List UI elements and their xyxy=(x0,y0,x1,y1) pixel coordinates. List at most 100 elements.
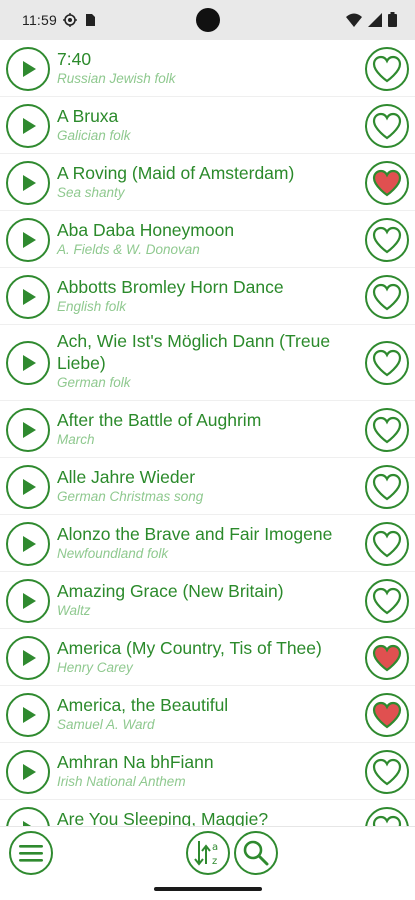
play-button[interactable] xyxy=(6,407,50,452)
signal-icon xyxy=(368,12,382,27)
gesture-handle[interactable] xyxy=(154,887,262,891)
play-button[interactable] xyxy=(6,217,50,262)
favorite-button[interactable] xyxy=(365,749,409,794)
song-row[interactable]: 7:40 Russian Jewish folk xyxy=(0,40,415,97)
song-title: A Roving (Maid of Amsterdam) xyxy=(57,163,295,183)
search-button[interactable] xyxy=(234,831,278,875)
favorite-button[interactable] xyxy=(365,521,409,566)
play-icon xyxy=(23,117,36,134)
song-row[interactable]: After the Battle of Aughrim March xyxy=(0,401,415,458)
song-row[interactable]: Ach, Wie Ist's Möglich Dann (Treue Liebe… xyxy=(0,325,415,401)
song-title: A Bruxa xyxy=(57,106,119,126)
favorite-button[interactable] xyxy=(365,806,409,826)
heart-outline-icon xyxy=(372,416,402,443)
play-button[interactable] xyxy=(6,341,50,385)
heart-filled-icon xyxy=(372,701,402,728)
play-icon xyxy=(23,763,36,780)
song-subtitle: A. Fields & W. Donovan xyxy=(57,242,200,257)
song-list[interactable]: 7:40 Russian Jewish folk A Bruxa Galician f… xyxy=(0,40,415,826)
favorite-button[interactable] xyxy=(365,578,409,623)
song-row[interactable]: Are You Sleeping, Maggie? xyxy=(0,800,415,826)
song-title: Aba Daba Honeymoon xyxy=(57,220,235,240)
song-text: A Roving (Maid of Amsterdam) Sea shanty xyxy=(57,162,357,202)
song-row[interactable]: America, the Beautiful Samuel A. Ward xyxy=(0,686,415,743)
song-row[interactable]: Aba Daba Honeymoon A. Fields & W. Donovan xyxy=(0,211,415,268)
heart-filled-icon xyxy=(372,644,402,671)
song-text: A Bruxa Galician folk xyxy=(57,105,357,145)
song-text: Ach, Wie Ist's Möglich Dann (Treue Liebe… xyxy=(57,330,357,392)
song-row[interactable]: Amhran Na bhFiann Irish National Anthem xyxy=(0,743,415,800)
song-text: Amhran Na bhFiann Irish National Anthem xyxy=(57,751,357,791)
song-title: After the Battle of Aughrim xyxy=(57,410,262,430)
song-text: Amazing Grace (New Britain) Waltz xyxy=(57,580,357,620)
song-subtitle: Samuel A. Ward xyxy=(57,717,155,732)
song-row[interactable]: Amazing Grace (New Britain) Waltz xyxy=(0,572,415,629)
song-title: Alle Jahre Wieder xyxy=(57,467,196,487)
song-text: Are You Sleeping, Maggie? xyxy=(57,808,357,826)
heart-filled-icon xyxy=(372,169,402,196)
battery-icon xyxy=(388,12,397,27)
song-row[interactable]: Alle Jahre Wieder German Christmas song xyxy=(0,458,415,515)
play-button[interactable] xyxy=(6,464,50,509)
favorite-button[interactable] xyxy=(365,217,409,262)
play-button[interactable] xyxy=(6,103,50,148)
song-subtitle: English folk xyxy=(57,299,127,314)
favorite-button[interactable] xyxy=(365,160,409,205)
song-text: Alle Jahre Wieder German Christmas song xyxy=(57,466,357,506)
song-row[interactable]: America (My Country, Tis of Thee) Henry C… xyxy=(0,629,415,686)
song-title: Amazing Grace (New Britain) xyxy=(57,581,284,601)
song-title: Are You Sleeping, Maggie? xyxy=(57,809,269,826)
favorite-button[interactable] xyxy=(365,103,409,148)
play-button[interactable] xyxy=(6,274,50,319)
svg-text:a: a xyxy=(212,842,218,853)
play-button[interactable] xyxy=(6,749,50,794)
play-icon xyxy=(23,421,36,438)
song-subtitle: Waltz xyxy=(57,603,91,618)
heart-outline-icon xyxy=(372,530,402,557)
song-title: America, the Beautiful xyxy=(57,695,229,715)
song-title: America (My Country, Tis of Thee) xyxy=(57,638,322,658)
play-button[interactable] xyxy=(6,160,50,205)
play-button[interactable] xyxy=(6,635,50,680)
play-icon xyxy=(23,649,36,666)
favorite-button[interactable] xyxy=(365,464,409,509)
play-icon xyxy=(23,174,36,191)
song-subtitle: Sea shanty xyxy=(57,185,125,200)
play-button[interactable] xyxy=(6,46,50,91)
play-icon xyxy=(23,60,36,77)
play-button[interactable] xyxy=(6,578,50,623)
play-button[interactable] xyxy=(6,521,50,566)
song-subtitle: German folk xyxy=(57,375,131,390)
song-row[interactable]: Alonzo the Brave and Fair Imogene Newfoun… xyxy=(0,515,415,572)
favorite-button[interactable] xyxy=(365,341,409,385)
camera-cutout xyxy=(196,8,220,32)
sort-button[interactable]: a z xyxy=(186,831,230,875)
song-text: 7:40 Russian Jewish folk xyxy=(57,48,357,88)
song-row[interactable]: A Roving (Maid of Amsterdam) Sea shanty xyxy=(0,154,415,211)
song-subtitle: Russian Jewish folk xyxy=(57,71,176,86)
favorite-button[interactable] xyxy=(365,692,409,737)
play-icon xyxy=(23,288,36,305)
play-button[interactable] xyxy=(6,806,50,826)
menu-button[interactable] xyxy=(9,831,53,875)
play-button[interactable] xyxy=(6,692,50,737)
favorite-button[interactable] xyxy=(365,46,409,91)
heart-outline-icon xyxy=(372,349,402,377)
system-nav-bar xyxy=(0,878,415,900)
favorite-button[interactable] xyxy=(365,635,409,680)
heart-outline-icon xyxy=(372,112,402,139)
song-title: Abbotts Bromley Horn Dance xyxy=(57,277,284,297)
song-row[interactable]: A Bruxa Galician folk xyxy=(0,97,415,154)
play-icon xyxy=(23,706,36,723)
song-text: Alonzo the Brave and Fair Imogene Newfoun… xyxy=(57,523,357,563)
song-row[interactable]: Abbotts Bromley Horn Dance English folk xyxy=(0,268,415,325)
play-icon xyxy=(23,355,36,371)
favorite-button[interactable] xyxy=(365,274,409,319)
favorite-button[interactable] xyxy=(365,407,409,452)
heart-outline-icon xyxy=(372,815,402,826)
song-text: After the Battle of Aughrim March xyxy=(57,409,357,449)
heart-outline-icon xyxy=(372,283,402,310)
search-icon xyxy=(243,840,269,866)
song-title: Alonzo the Brave and Fair Imogene xyxy=(57,524,333,544)
song-text: Abbotts Bromley Horn Dance English folk xyxy=(57,276,357,316)
